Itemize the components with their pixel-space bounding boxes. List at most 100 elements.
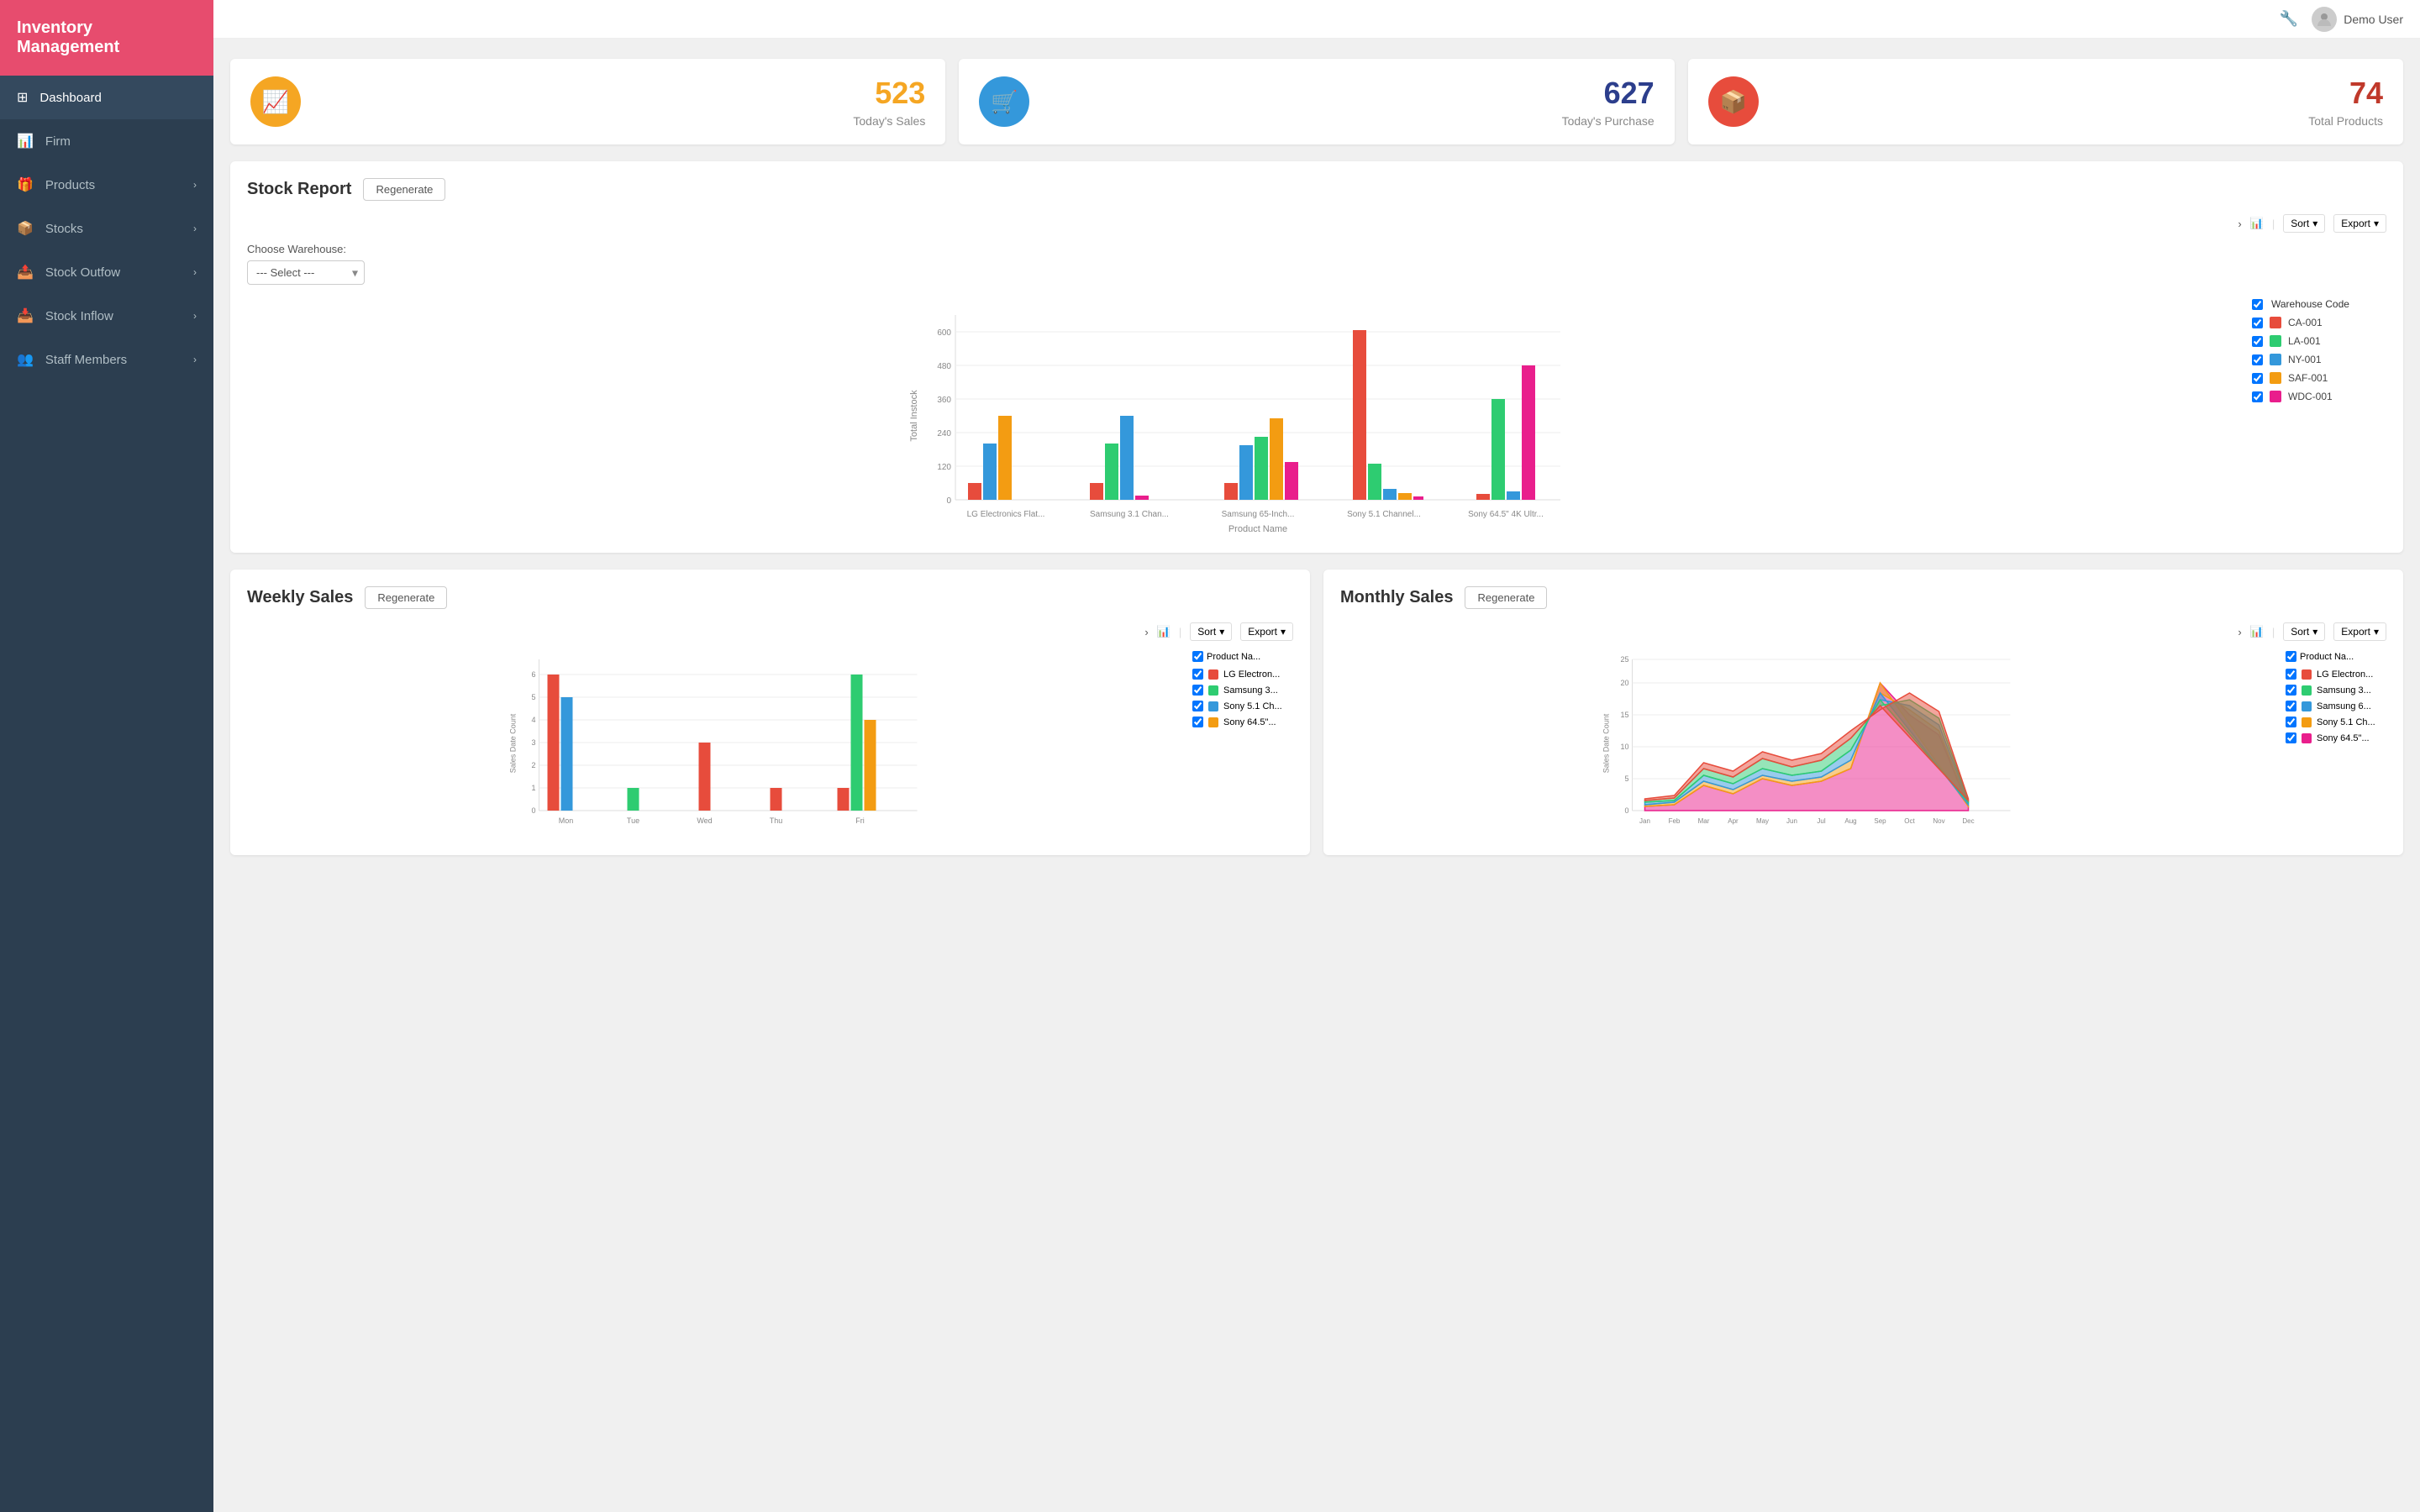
monthly-sony51-checkbox[interactable] [2286, 717, 2296, 727]
svg-text:4: 4 [531, 716, 535, 724]
svg-text:Sales Date Count: Sales Date Count [1602, 713, 1611, 773]
svg-text:Thu: Thu [770, 816, 783, 825]
app-title: Inventory Management [0, 0, 213, 76]
svg-text:Aug: Aug [1844, 817, 1856, 825]
sidebar-item-stock-inflow[interactable]: 📥 Stock Inflow › [0, 294, 213, 338]
monthly-legend-samsung65: Samsung 6... [2286, 701, 2386, 711]
sidebar-item-staff[interactable]: 👥 Staff Members › [0, 338, 213, 381]
svg-text:2: 2 [531, 761, 535, 769]
sidebar-item-products[interactable]: 🎁 Products › [0, 163, 213, 207]
svg-text:5: 5 [531, 693, 535, 701]
monthly-sort-button[interactable]: Sort ▾ [2283, 622, 2325, 641]
monthly-regenerate-button[interactable]: Regenerate [1465, 586, 1547, 609]
stock-report-regenerate-button[interactable]: Regenerate [363, 178, 445, 201]
monthly-sony51-color [2302, 717, 2312, 727]
monthly-lg-checkbox[interactable] [2286, 669, 2296, 680]
legend-saf001-checkbox[interactable] [2252, 373, 2263, 384]
svg-text:0: 0 [531, 806, 535, 815]
stock-sort-button[interactable]: Sort ▾ [2283, 214, 2325, 233]
warehouse-choose-label: Choose Warehouse: [247, 243, 2386, 255]
weekly-samsung3-checkbox[interactable] [1192, 685, 1203, 696]
products-label: Total Products [1776, 114, 2383, 128]
legend-saf001-color [2270, 372, 2281, 384]
svg-text:Jul: Jul [1817, 817, 1825, 825]
stock-report-title: Stock Report [247, 180, 351, 199]
weekly-export-button[interactable]: Export ▾ [1240, 622, 1293, 641]
inflow-icon: 📥 [17, 307, 34, 324]
legend-title-checkbox[interactable] [2252, 299, 2263, 310]
svg-text:20: 20 [1620, 679, 1628, 687]
legend-wdc001-checkbox[interactable] [2252, 391, 2263, 402]
stock-report-toolbar: › 📊 | Sort ▾ Export ▾ [247, 214, 2386, 233]
monthly-samsung3-checkbox[interactable] [2286, 685, 2296, 696]
legend-wdc001-color [2270, 391, 2281, 402]
warehouse-select-area: Choose Warehouse: --- Select --- CA-001 … [247, 243, 2386, 285]
svg-text:0: 0 [946, 496, 951, 506]
monthly-samsung65-checkbox[interactable] [2286, 701, 2296, 711]
sort-chevron-icon: ▾ [2312, 218, 2317, 229]
weekly-lg-checkbox[interactable] [1192, 669, 1203, 680]
legend-ca001-checkbox[interactable] [2252, 318, 2263, 328]
chevron-right-icon[interactable]: › [2238, 218, 2241, 230]
weekly-chevron-icon[interactable]: › [1144, 626, 1148, 638]
monthly-sony64-checkbox[interactable] [2286, 732, 2296, 743]
weekly-sony51-checkbox[interactable] [1192, 701, 1203, 711]
svg-text:Fri: Fri [855, 816, 865, 825]
weekly-legend-samsung3: Samsung 3... [1192, 685, 1293, 696]
weekly-samsung3-color [1208, 685, 1218, 696]
monthly-lg-color [2302, 669, 2312, 680]
monthly-legend-samsung3: Samsung 3... [2286, 685, 2386, 696]
weekly-sony64-checkbox[interactable] [1192, 717, 1203, 727]
sidebar-item-dashboard[interactable]: ⊞ Dashboard [0, 76, 213, 119]
monthly-bar-icon[interactable]: 📊 [2250, 625, 2264, 638]
warehouse-select[interactable]: --- Select --- CA-001 LA-001 NY-001 SAF-… [247, 260, 365, 285]
weekly-sales-title: Weekly Sales [247, 588, 353, 607]
stock-export-button[interactable]: Export ▾ [2333, 214, 2386, 233]
svg-text:Apr: Apr [1728, 817, 1739, 825]
monthly-legend: Product Na... LG Electron... Samsung 3..… [2286, 651, 2386, 838]
weekly-sales-header: Weekly Sales Regenerate [247, 586, 1293, 609]
weekly-sales-section: Weekly Sales Regenerate › 📊 | Sort ▾ Exp… [230, 570, 1310, 855]
weekly-legend-lg: LG Electron... [1192, 669, 1293, 680]
legend-la001-checkbox[interactable] [2252, 336, 2263, 347]
weekly-bar-icon[interactable]: 📊 [1157, 625, 1171, 638]
svg-text:120: 120 [937, 463, 951, 472]
svg-text:10: 10 [1620, 743, 1628, 751]
weekly-export-chevron: ▾ [1281, 626, 1286, 638]
weekly-toolbar: › 📊 | Sort ▾ Export ▾ [247, 622, 1293, 641]
monthly-sort-chevron: ▾ [2312, 626, 2317, 638]
svg-text:Jun: Jun [1786, 817, 1797, 825]
stats-cards: 📈 523 Today's Sales 🛒 627 Today's Purcha… [230, 59, 2403, 144]
chevron-right-icon: › [193, 179, 197, 191]
weekly-bar-chart: Sales Date Count 0 1 2 3 4 [247, 651, 1184, 838]
monthly-chevron-icon[interactable]: › [2238, 626, 2241, 638]
monthly-legend-sony51: Sony 5.1 Ch... [2286, 717, 2386, 727]
svg-text:Tue: Tue [627, 816, 639, 825]
legend-ny001-checkbox[interactable] [2252, 354, 2263, 365]
purchase-icon: 🛒 [979, 76, 1029, 127]
settings-icon[interactable]: 🔧 [2280, 10, 2298, 28]
svg-text:5: 5 [1624, 774, 1628, 783]
bar-chart-view-icon[interactable]: 📊 [2250, 217, 2264, 230]
stock-report-header: Stock Report Regenerate [247, 178, 2386, 201]
weekly-regenerate-button[interactable]: Regenerate [365, 586, 447, 609]
legend-ca001-label: CA-001 [2288, 317, 2323, 328]
sales-label: Today's Sales [318, 114, 925, 128]
monthly-legend-checkbox[interactable] [2286, 651, 2296, 662]
sidebar-item-firm[interactable]: 📊 Firm [0, 119, 213, 163]
main-content: 🔧 Demo User 📈 523 Today's Sales 🛒 627 To… [213, 0, 2420, 1512]
svg-text:Dec: Dec [1962, 817, 1974, 825]
svg-text:Sales Date Count: Sales Date Count [509, 713, 518, 773]
sidebar-item-stock-outflow[interactable]: 📤 Stock Outfow › [0, 250, 213, 294]
sidebar: Inventory Management ⊞ Dashboard 📊 Firm … [0, 0, 213, 1512]
svg-text:Mon: Mon [559, 816, 574, 825]
stock-report-section: Stock Report Regenerate › 📊 | Sort ▾ Exp… [230, 161, 2403, 553]
weekly-sort-button[interactable]: Sort ▾ [1190, 622, 1232, 641]
stat-card-total-products: 📦 74 Total Products [1688, 59, 2403, 144]
weekly-legend-checkbox[interactable] [1192, 651, 1203, 662]
sidebar-item-stocks[interactable]: 📦 Stocks › [0, 207, 213, 250]
monthly-export-button[interactable]: Export ▾ [2333, 622, 2386, 641]
svg-text:LG Electronics Flat...: LG Electronics Flat... [967, 510, 1045, 519]
user-info: Demo User [2312, 7, 2403, 32]
warehouse-select-wrapper: --- Select --- CA-001 LA-001 NY-001 SAF-… [247, 260, 365, 285]
